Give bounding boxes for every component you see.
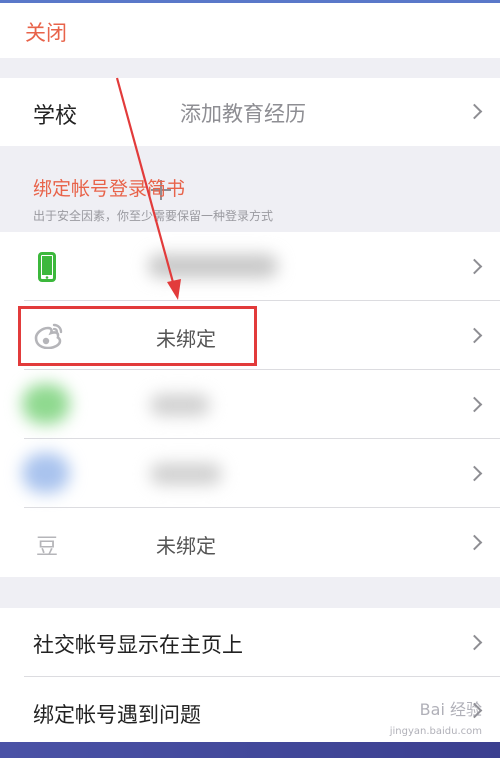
- baidu-watermark-url: jingyan.baidu.com: [389, 726, 482, 737]
- bottom-bar: [0, 742, 500, 758]
- annotation-arrow: [115, 77, 181, 300]
- baidu-watermark: Bai 经验: [419, 700, 482, 719]
- annotation-highlight-box: [18, 306, 257, 366]
